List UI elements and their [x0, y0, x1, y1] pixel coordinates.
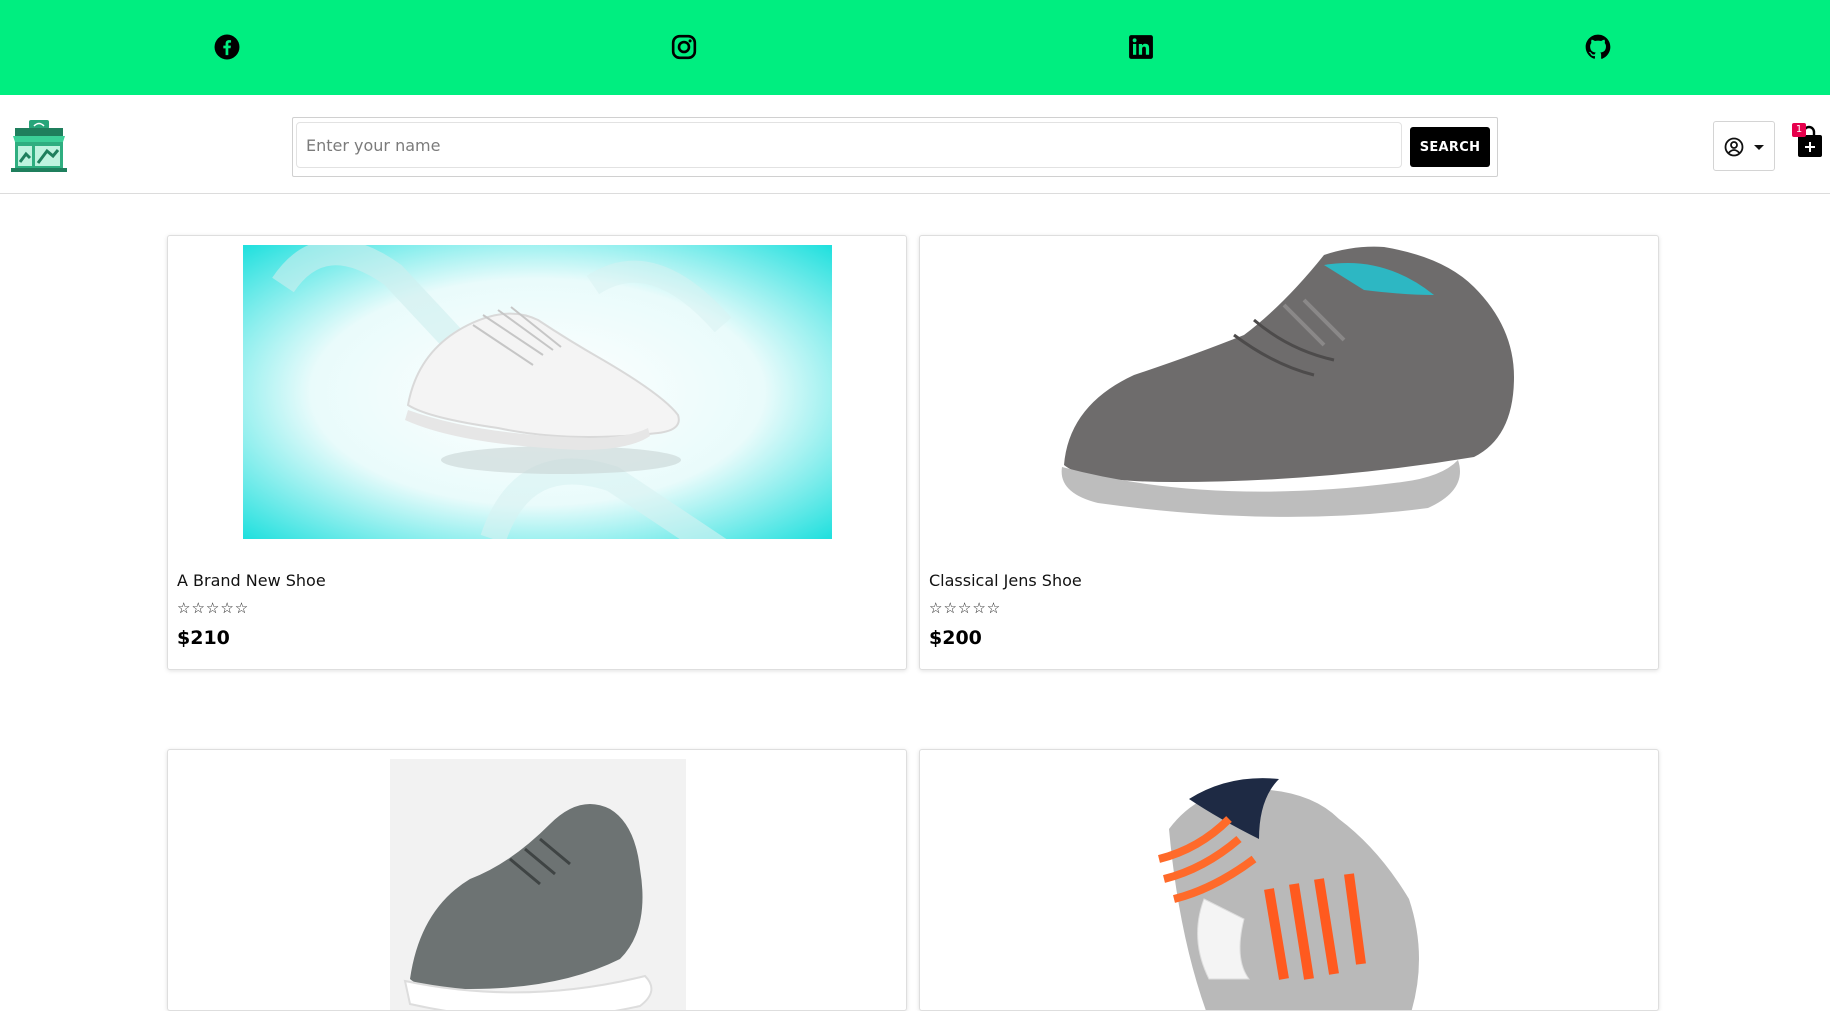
store-logo-icon[interactable]: [9, 118, 69, 174]
product-price: $210: [177, 627, 230, 649]
product-card[interactable]: Classical Jens Shoe ☆☆☆☆☆ $200: [919, 235, 1659, 670]
user-circle-icon: [1724, 137, 1744, 157]
github-icon: [1585, 34, 1611, 59]
social-bar: [0, 0, 1830, 95]
linkedin-link[interactable]: [1128, 34, 1154, 60]
product-image[interactable]: [1054, 245, 1524, 539]
github-link[interactable]: [1585, 34, 1611, 60]
search-form: SEARCH: [292, 117, 1498, 177]
search-input[interactable]: [296, 122, 1402, 168]
facebook-link[interactable]: [214, 34, 240, 60]
product-image[interactable]: [243, 245, 832, 539]
cart-button[interactable]: 1: [1792, 123, 1824, 158]
instagram-link[interactable]: [671, 34, 697, 60]
product-card[interactable]: [167, 749, 907, 1011]
instagram-icon: [671, 34, 697, 60]
product-title[interactable]: Classical Jens Shoe: [929, 571, 1082, 590]
cart-count-badge: 1: [1792, 123, 1806, 137]
product-rating: ☆☆☆☆☆: [177, 599, 250, 617]
product-price: $200: [929, 627, 982, 649]
product-card[interactable]: A Brand New Shoe ☆☆☆☆☆ $210: [167, 235, 907, 670]
search-button[interactable]: SEARCH: [1410, 127, 1490, 167]
product-image[interactable]: [1149, 759, 1429, 1010]
product-title[interactable]: A Brand New Shoe: [177, 571, 326, 590]
linkedin-icon: [1129, 35, 1153, 59]
chevron-down-icon: [1754, 145, 1764, 150]
product-card[interactable]: [919, 749, 1659, 1011]
facebook-icon: [214, 34, 240, 60]
product-rating: ☆☆☆☆☆: [929, 599, 1002, 617]
product-image[interactable]: [390, 759, 686, 1010]
user-menu-dropdown[interactable]: [1713, 121, 1775, 171]
header: SEARCH 1: [0, 95, 1830, 194]
